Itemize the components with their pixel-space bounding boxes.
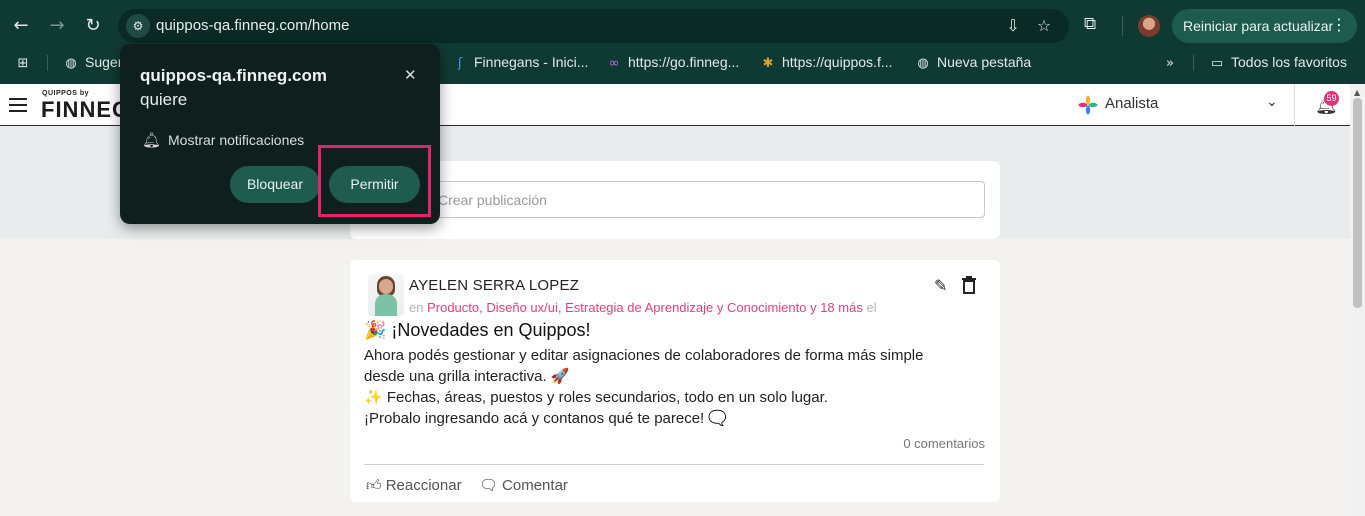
- bookmarks-divider: [47, 55, 48, 71]
- thumb-up-icon: 👍︎: [366, 476, 382, 494]
- post-title: 🎉 ¡Novedades en Quippos!: [364, 320, 591, 340]
- more-vert-icon[interactable]: ⋮: [1331, 9, 1347, 43]
- update-button-label: Reiniciar para actualizar: [1183, 18, 1334, 34]
- back-icon[interactable]: ←: [9, 14, 33, 38]
- permission-text: Mostrar notificaciones: [168, 132, 305, 148]
- avatar[interactable]: [368, 274, 404, 316]
- bookmark-item[interactable]: ◍ Nueva pestaña: [915, 54, 1031, 71]
- bookmark-item[interactable]: ✱ https://quippos.f...: [760, 54, 893, 71]
- popup-wants: quiere: [140, 90, 188, 109]
- apps-icon[interactable]: ⊞: [15, 54, 37, 71]
- bookmark-item[interactable]: ʃ Finnegans - Inici...: [452, 54, 589, 71]
- install-icon[interactable]: ⇩: [1003, 16, 1023, 36]
- post-card: AYELEN SERRA LOPEZ en Producto, Diseño u…: [350, 260, 1000, 502]
- site-info-icon[interactable]: ⚙: [126, 14, 150, 38]
- trash-icon[interactable]: [961, 276, 977, 294]
- header-divider: [1294, 84, 1295, 126]
- scroll-up-icon[interactable]: ▲: [1354, 88, 1360, 97]
- bookmark-item[interactable]: ∞ https://go.finneg...: [606, 54, 740, 71]
- logo-caption: QUIPPOS by: [42, 90, 90, 97]
- chevron-down-icon[interactable]: ⌄: [1266, 94, 1278, 110]
- bookmark-item[interactable]: ◍ Suger: [63, 54, 122, 71]
- post-body: Ahora podés gestionar y editar asignacio…: [364, 347, 924, 427]
- reload-icon[interactable]: ↻: [81, 14, 105, 38]
- popup-origin: quippos-qa.finneg.com: [140, 66, 327, 85]
- address-bar[interactable]: ⚙ quippos-qa.finneg.com/home ⇩ ☆: [118, 9, 1069, 43]
- composer-card: Crear publicación: [350, 161, 1000, 239]
- post-author[interactable]: AYELEN SERRA LOPEZ: [409, 277, 579, 294]
- puzzle-icon[interactable]: ⧉: [1084, 14, 1096, 34]
- url-text[interactable]: quippos-qa.finneg.com/home: [156, 17, 349, 34]
- comments-count[interactable]: 0 comentarios: [903, 436, 985, 451]
- infinity-icon: ∞: [608, 56, 620, 71]
- allow-highlight-box: [318, 145, 431, 217]
- role-selector[interactable]: Analista: [1105, 95, 1158, 112]
- divider: [364, 464, 984, 465]
- menu-icon[interactable]: [9, 98, 27, 112]
- update-button[interactable]: Reiniciar para actualizar ⋮: [1172, 9, 1357, 43]
- toolbar-divider: [1122, 16, 1123, 36]
- all-bookmarks[interactable]: ▭ Todos los favoritos: [1209, 54, 1347, 71]
- create-post-input[interactable]: Crear publicación: [365, 181, 985, 218]
- comment-icon: 🗨︎: [479, 476, 499, 494]
- logo[interactable]: FINNEG: [41, 97, 130, 123]
- comment-button[interactable]: 🗨︎ Comentar: [479, 476, 568, 494]
- quippos-icon: ✱: [762, 56, 774, 71]
- react-button[interactable]: 👍︎ Reaccionar: [366, 476, 462, 495]
- quippos-star-icon: [1078, 95, 1098, 115]
- folder-icon: ▭: [1210, 56, 1224, 71]
- globe-icon: ◍: [917, 56, 929, 71]
- close-icon[interactable]: ✕: [404, 66, 417, 84]
- edit-icon[interactable]: ✎: [934, 276, 947, 295]
- bookmarks-divider: [1193, 55, 1194, 71]
- post-tags[interactable]: Producto, Diseño ux/ui, Estrategia de Ap…: [427, 300, 863, 315]
- block-button[interactable]: Bloquear: [230, 166, 320, 203]
- forward-icon[interactable]: →: [45, 14, 69, 38]
- post-audience: en Producto, Diseño ux/ui, Estrategia de…: [409, 300, 877, 315]
- scrollbar[interactable]: ▲: [1350, 84, 1365, 516]
- bell-outline-icon: 🔔︎: [142, 131, 162, 149]
- scrollbar-thumb[interactable]: [1353, 98, 1362, 308]
- profile-avatar[interactable]: [1138, 15, 1160, 37]
- star-icon[interactable]: ☆: [1034, 16, 1054, 36]
- globe-icon: ◍: [65, 56, 77, 71]
- chevron-double-right-icon[interactable]: »: [1162, 54, 1184, 71]
- finnegans-icon: ʃ: [457, 56, 463, 71]
- notification-badge: 59: [1324, 91, 1339, 106]
